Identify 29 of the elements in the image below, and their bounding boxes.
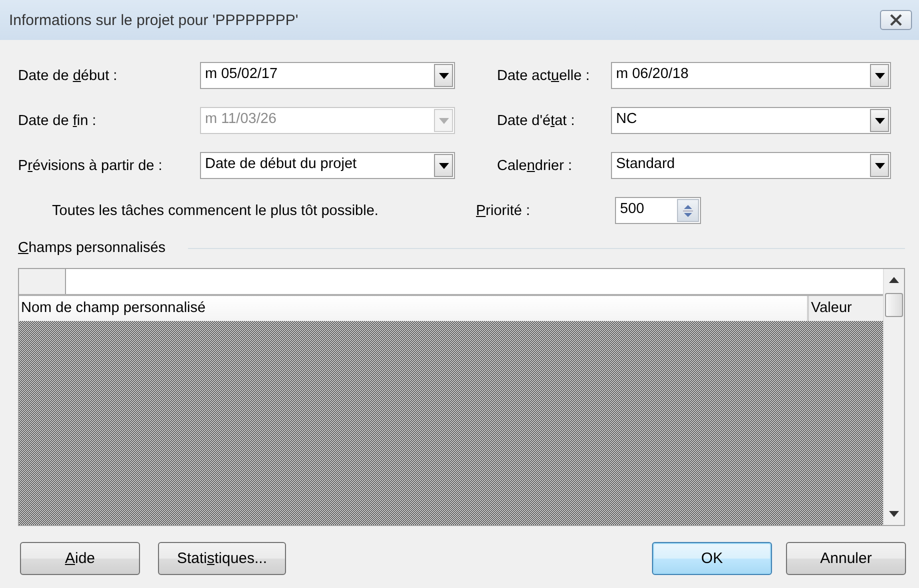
section-label: Champs personnalisés	[18, 240, 166, 256]
dialog-button[interactable]: Statistiques...	[158, 542, 286, 575]
vertical-scrollbar[interactable]	[883, 269, 904, 525]
field-label: Priorité :	[476, 202, 531, 218]
dropdown-field[interactable]: Standard	[611, 152, 891, 179]
number-spinner[interactable]: 500	[615, 197, 701, 224]
scroll-down-icon[interactable]	[889, 511, 899, 517]
field-label: Calendrier :	[497, 158, 573, 174]
column-header[interactable]: Nom de champ personnalisé	[19, 296, 809, 321]
dialog-button[interactable]: Aide	[20, 542, 140, 575]
dropdown-field[interactable]: m 06/20/18	[611, 62, 891, 89]
scroll-thumb[interactable]	[885, 293, 903, 317]
window-title: Informations sur le projet pour 'PPPPPPPP'	[9, 12, 300, 28]
dialog-button[interactable]: OK	[652, 542, 772, 575]
field-label: Date d'état :	[497, 112, 576, 128]
spin-arrows-icon[interactable]	[677, 199, 699, 222]
field-label: Date actuelle :	[497, 68, 591, 84]
field-label: Date de fin :	[18, 112, 98, 128]
dropdown-field[interactable]: NC	[611, 107, 891, 134]
close-icon	[889, 14, 903, 26]
field-label: Prévisions à partir de :	[18, 158, 164, 174]
field-label: Date de début :	[18, 68, 118, 84]
info-text: Toutes les tâches commencent le plus tôt possible.	[51, 202, 380, 218]
dialog-button[interactable]: Annuler	[786, 542, 906, 575]
column-header[interactable]: Valeur	[809, 296, 883, 321]
scroll-up-icon[interactable]	[889, 277, 899, 283]
close-button[interactable]	[880, 10, 912, 30]
dropdown-field[interactable]: Date de début du projet	[200, 152, 455, 179]
dropdown-field[interactable]: m 05/02/17	[200, 62, 455, 89]
